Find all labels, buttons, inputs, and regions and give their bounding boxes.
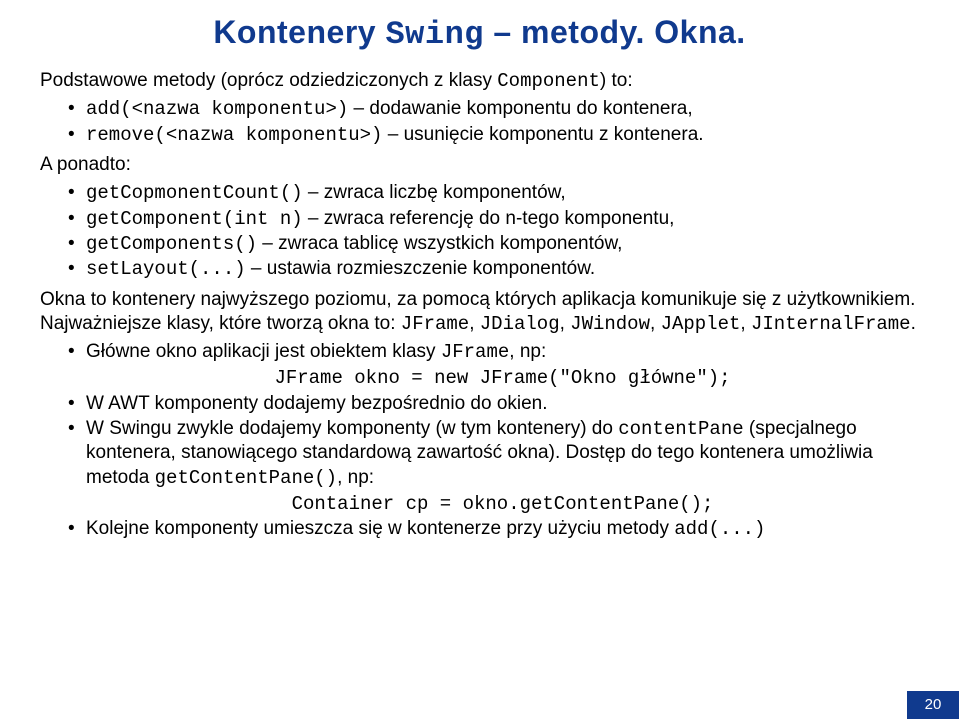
code-line-jframe: JFrame okno = new JFrame("Okno główne"); (86, 366, 919, 390)
page-number: 20 (907, 691, 959, 719)
list-item: add(<nazwa komponentu>) – dodawanie komp… (68, 97, 919, 121)
method-code: setLayout(...) (86, 258, 246, 280)
method-desc: – ustawia rozmieszczenie komponentów. (246, 258, 596, 279)
list-item: setLayout(...) – ustawia rozmieszczenie … (68, 257, 919, 281)
para-text: . (911, 313, 916, 334)
method-code: getComponent(int n) (86, 208, 303, 230)
para-code: JFrame (401, 313, 469, 335)
method-code: getComponents() (86, 233, 257, 255)
title-part1: Kontenery (213, 14, 385, 50)
bullet-code: contentPane (618, 418, 743, 440)
bullets-3: Główne okno aplikacji jest obiektem klas… (40, 340, 919, 542)
title-part2: – metody. Okna. (484, 14, 746, 50)
paragraph-okna: Okna to kontenery najwyższego poziomu, z… (40, 288, 919, 337)
intro-text1: Podstawowe metody (oprócz odziedziczonyc… (40, 70, 497, 91)
bullet-code: getContentPane() (155, 467, 337, 489)
methods-list-1: add(<nazwa komponentu>) – dodawanie komp… (40, 97, 919, 147)
bullet-text: Kolejne komponenty umieszcza się w konte… (86, 518, 674, 539)
code-line-container: Container cp = okno.getContentPane(); (86, 492, 919, 516)
para-text: , (469, 313, 480, 334)
method-code: add(<nazwa komponentu>) (86, 98, 348, 120)
list-item: remove(<nazwa komponentu>) – usunięcie k… (68, 123, 919, 147)
title-code: Swing (385, 16, 484, 53)
intro-code1: Component (497, 70, 600, 92)
method-desc: – dodawanie komponentu do kontenera, (348, 98, 692, 119)
list-item: getCopmonentCount() – zwraca liczbę komp… (68, 181, 919, 205)
bullet-text: , np: (337, 467, 374, 488)
para-text: , (560, 313, 571, 334)
list-item: Główne okno aplikacji jest obiektem klas… (68, 340, 919, 391)
bullet-text: Główne okno aplikacji jest obiektem klas… (86, 341, 441, 362)
slide-body: Podstawowe metody (oprócz odziedziczonyc… (40, 69, 919, 542)
bullet-code: add(...) (674, 518, 765, 540)
methods-list-2: getCopmonentCount() – zwraca liczbę komp… (40, 181, 919, 281)
list-item: getComponents() – zwraca tablicę wszystk… (68, 232, 919, 256)
method-desc: – zwraca referencję do n-tego komponentu… (303, 208, 675, 229)
list-item: getComponent(int n) – zwraca referencję … (68, 207, 919, 231)
method-desc: – usunięcie komponentu z kontenera. (382, 124, 703, 145)
para-text: , (650, 313, 661, 334)
bullet-text: W Swingu zwykle dodajemy komponenty (w t… (86, 418, 618, 439)
method-desc: – zwraca tablicę wszystkich komponentów, (257, 233, 622, 254)
method-code: getCopmonentCount() (86, 182, 303, 204)
intro-line: Podstawowe metody (oprócz odziedziczonyc… (40, 69, 919, 93)
para-code: JApplet (661, 313, 741, 335)
list-item: W AWT komponenty dodajemy bezpośrednio d… (68, 392, 919, 416)
bullet-text: , np: (509, 341, 546, 362)
method-desc: – zwraca liczbę komponentów, (303, 182, 566, 203)
slide-title: Kontenery Swing – metody. Okna. (40, 14, 919, 53)
a-ponadto: A ponadto: (40, 153, 919, 177)
para-text: , (740, 313, 751, 334)
para-code: JInternalFrame (751, 313, 911, 335)
para-code: JDialog (480, 313, 560, 335)
intro-text2: ) to: (600, 70, 633, 91)
bullet-code: JFrame (441, 341, 509, 363)
method-code: remove(<nazwa komponentu>) (86, 124, 382, 146)
para-code: JWindow (570, 313, 650, 335)
slide: Kontenery Swing – metody. Okna. Podstawo… (0, 0, 959, 719)
list-item: W Swingu zwykle dodajemy komponenty (w t… (68, 417, 919, 516)
list-item: Kolejne komponenty umieszcza się w konte… (68, 517, 919, 541)
bullet-text: W AWT komponenty dodajemy bezpośrednio d… (86, 393, 548, 414)
